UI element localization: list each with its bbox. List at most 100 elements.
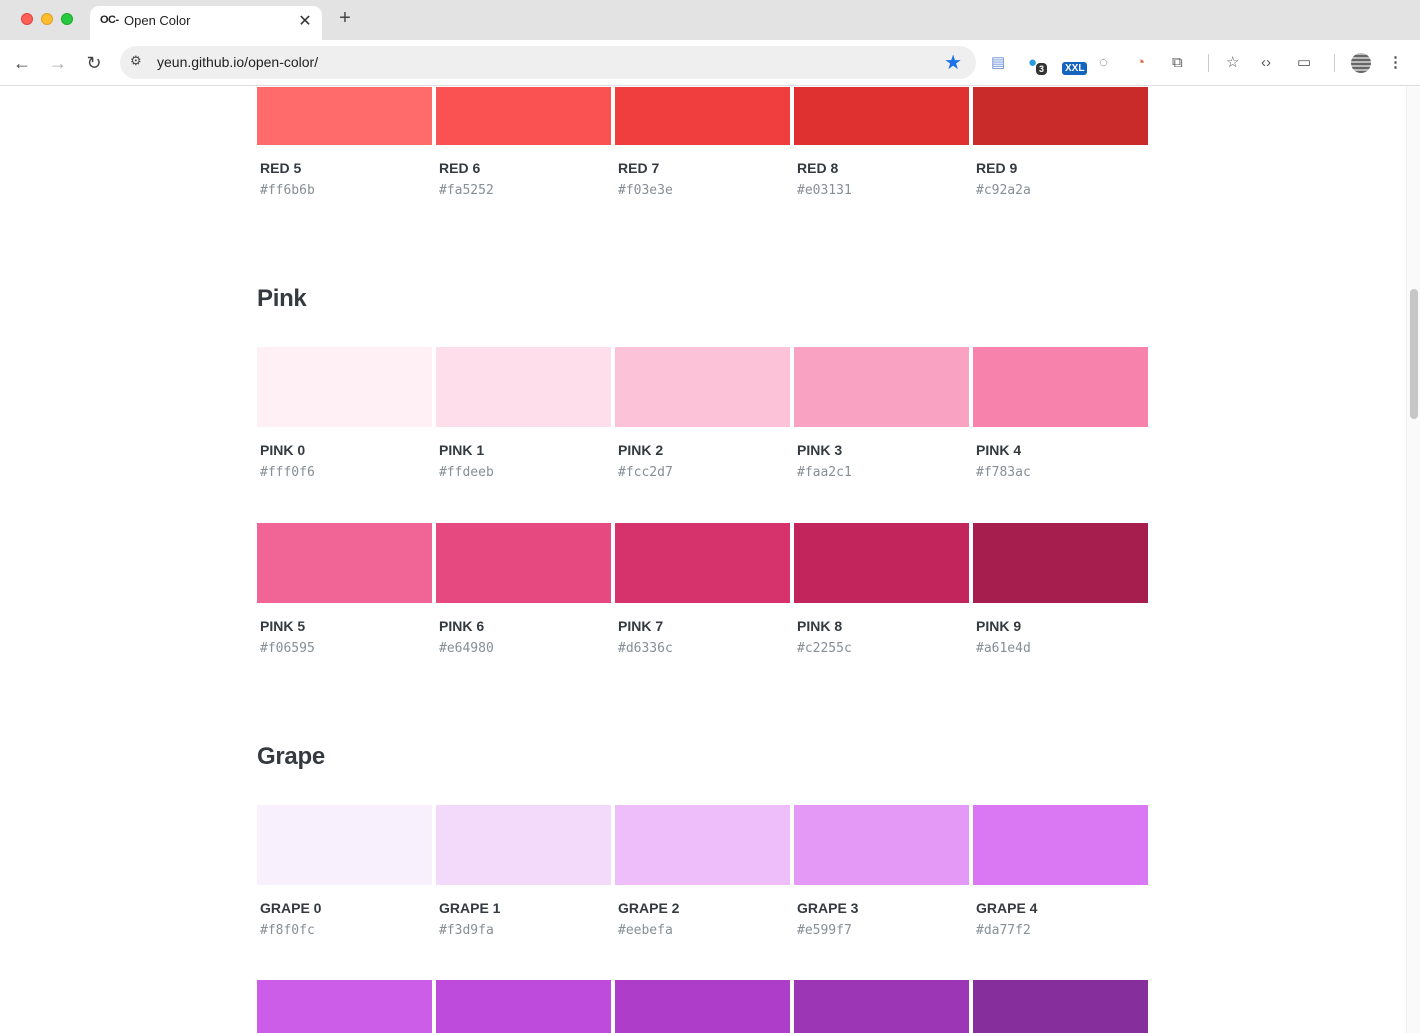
swatch-hex-code[interactable]: #f3d9fa bbox=[439, 923, 494, 938]
devtools-icon[interactable]: ‹› bbox=[1261, 52, 1271, 74]
color-swatch[interactable] bbox=[436, 523, 611, 603]
scrollbar-thumb[interactable] bbox=[1410, 289, 1418, 419]
swatch-name: PINK 1 bbox=[439, 442, 485, 458]
swatch-hex-code[interactable]: #e599f7 bbox=[797, 923, 852, 938]
tab-title: Open Color bbox=[124, 13, 191, 28]
address-bar[interactable]: ⚙ yeun.github.io/open-color/ ★ bbox=[120, 46, 976, 79]
swatch-name: GRAPE 3 bbox=[797, 900, 859, 916]
swatch-name: PINK 2 bbox=[618, 442, 664, 458]
color-swatch[interactable] bbox=[615, 347, 790, 427]
swatch-hex-code[interactable]: #c92a2a bbox=[976, 183, 1031, 198]
tab-search-icon[interactable]: ▭ bbox=[1297, 52, 1311, 74]
swatch-hex-code[interactable]: #f06595 bbox=[260, 641, 315, 656]
page-scrollbar[interactable] bbox=[1406, 87, 1420, 1033]
menu-icon[interactable]: ⋮ bbox=[1388, 52, 1403, 74]
xxl-extension-badge[interactable]: XXL bbox=[1062, 62, 1088, 75]
color-swatch[interactable] bbox=[615, 87, 790, 145]
color-swatch[interactable] bbox=[257, 523, 432, 603]
swatch-hex-code[interactable]: #c2255c bbox=[797, 641, 852, 656]
swatch-name: RED 8 bbox=[797, 160, 839, 176]
swatch-hex-code[interactable]: #fa5252 bbox=[439, 183, 494, 198]
swatch-name: RED 5 bbox=[260, 160, 302, 176]
close-window-button[interactable] bbox=[21, 13, 33, 25]
color-swatch[interactable] bbox=[257, 347, 432, 427]
swatch-hex-code[interactable]: #e64980 bbox=[439, 641, 494, 656]
minimize-window-button[interactable] bbox=[41, 13, 53, 25]
open-color-favicon-icon: OC- bbox=[100, 14, 119, 26]
site-settings-icon[interactable]: ⚙ bbox=[130, 53, 142, 69]
extension-badge-count: 3 bbox=[1036, 63, 1048, 75]
color-swatch[interactable] bbox=[436, 980, 611, 1033]
swatch-hex-code[interactable]: #f8f0fc bbox=[260, 923, 315, 938]
color-swatch[interactable] bbox=[794, 347, 969, 427]
extensions-puzzle-icon[interactable]: ⧉ bbox=[1172, 52, 1183, 74]
swatch-name: PINK 9 bbox=[976, 618, 1022, 634]
maximize-window-button[interactable] bbox=[61, 13, 73, 25]
color-swatch[interactable] bbox=[615, 805, 790, 885]
swatch-name: PINK 3 bbox=[797, 442, 843, 458]
color-swatch[interactable] bbox=[436, 87, 611, 145]
swatch-hex-code[interactable]: #faa2c1 bbox=[797, 465, 852, 480]
color-swatch[interactable] bbox=[436, 347, 611, 427]
swatch-hex-code[interactable]: #f783ac bbox=[976, 465, 1031, 480]
profile-avatar[interactable] bbox=[1351, 53, 1371, 73]
toolbar-divider bbox=[1334, 54, 1335, 72]
swatch-name: PINK 6 bbox=[439, 618, 485, 634]
swatch-hex-code[interactable]: #f03e3e bbox=[618, 183, 673, 198]
bookmark-star-icon[interactable]: ★ bbox=[944, 50, 962, 75]
swatch-hex-code[interactable]: #eebefa bbox=[618, 923, 673, 938]
color-swatch[interactable] bbox=[257, 87, 432, 145]
color-swatch[interactable] bbox=[794, 523, 969, 603]
swatch-name: GRAPE 0 bbox=[260, 900, 322, 916]
color-swatch[interactable] bbox=[794, 87, 969, 145]
swatch-name: GRAPE 4 bbox=[976, 900, 1038, 916]
code-extension-icon[interactable]: ◌ bbox=[1099, 52, 1108, 74]
swatch-name: PINK 0 bbox=[260, 442, 306, 458]
reading-list-icon[interactable]: ☆ bbox=[1226, 52, 1239, 74]
color-swatch[interactable] bbox=[257, 805, 432, 885]
swatch-name: PINK 4 bbox=[976, 442, 1022, 458]
tab-strip: OC- Open Color ✕ + bbox=[0, 0, 1420, 40]
swatch-hex-code[interactable]: #ff6b6b bbox=[260, 183, 315, 198]
swatch-hex-code[interactable]: #e03131 bbox=[797, 183, 852, 198]
color-swatch[interactable] bbox=[973, 347, 1148, 427]
color-swatch[interactable] bbox=[615, 980, 790, 1033]
color-swatch[interactable] bbox=[794, 805, 969, 885]
swatch-name: PINK 5 bbox=[260, 618, 306, 634]
color-swatch[interactable] bbox=[973, 805, 1148, 885]
swatch-hex-code[interactable]: #a61e4d bbox=[976, 641, 1031, 656]
browser-toolbar: ← → ↻ ⚙ yeun.github.io/open-color/ ★ ▤ ●… bbox=[0, 40, 1420, 86]
swatch-name: PINK 7 bbox=[618, 618, 664, 634]
section-title-pink: Pink bbox=[257, 285, 307, 312]
swatch-hex-code[interactable]: #ffdeeb bbox=[439, 465, 494, 480]
swatch-hex-code[interactable]: #fcc2d7 bbox=[618, 465, 673, 480]
close-tab-icon[interactable]: ✕ bbox=[296, 11, 314, 31]
swatch-name: PINK 8 bbox=[797, 618, 843, 634]
swatch-name: RED 9 bbox=[976, 160, 1018, 176]
color-swatch[interactable] bbox=[973, 87, 1148, 145]
page-content: RED 5 #ff6b6b RED 6 #fa5252 RED 7 #f03e3e RED … bbox=[0, 87, 1406, 1033]
swatch-hex-code[interactable]: #da77f2 bbox=[976, 923, 1031, 938]
swatch-name: GRAPE 1 bbox=[439, 900, 501, 916]
url-text[interactable]: yeun.github.io/open-color/ bbox=[157, 54, 318, 70]
color-swatch[interactable] bbox=[973, 980, 1148, 1033]
document-extension-icon[interactable]: ▤ bbox=[991, 52, 1005, 74]
section-title-grape: Grape bbox=[257, 743, 325, 770]
swatch-hex-code[interactable]: #fff0f6 bbox=[260, 465, 315, 480]
color-swatch[interactable] bbox=[973, 523, 1148, 603]
swatch-name: RED 7 bbox=[618, 160, 660, 176]
color-swatch[interactable] bbox=[436, 805, 611, 885]
swatch-hex-code[interactable]: #d6336c bbox=[618, 641, 673, 656]
toolbar-divider bbox=[1208, 54, 1209, 72]
color-swatch[interactable] bbox=[794, 980, 969, 1033]
swatch-name: GRAPE 2 bbox=[618, 900, 680, 916]
browser-tab[interactable]: OC- Open Color ✕ bbox=[90, 6, 322, 40]
timer-extension-icon[interactable]: ◔ bbox=[1136, 52, 1145, 74]
swatch-name: RED 6 bbox=[439, 160, 481, 176]
new-tab-button[interactable]: + bbox=[335, 7, 355, 30]
color-swatch[interactable] bbox=[615, 523, 790, 603]
reload-button[interactable]: ↻ bbox=[82, 51, 106, 75]
color-swatch[interactable] bbox=[257, 980, 432, 1033]
forward-button[interactable]: → bbox=[46, 51, 70, 75]
back-button[interactable]: ← bbox=[10, 51, 34, 75]
